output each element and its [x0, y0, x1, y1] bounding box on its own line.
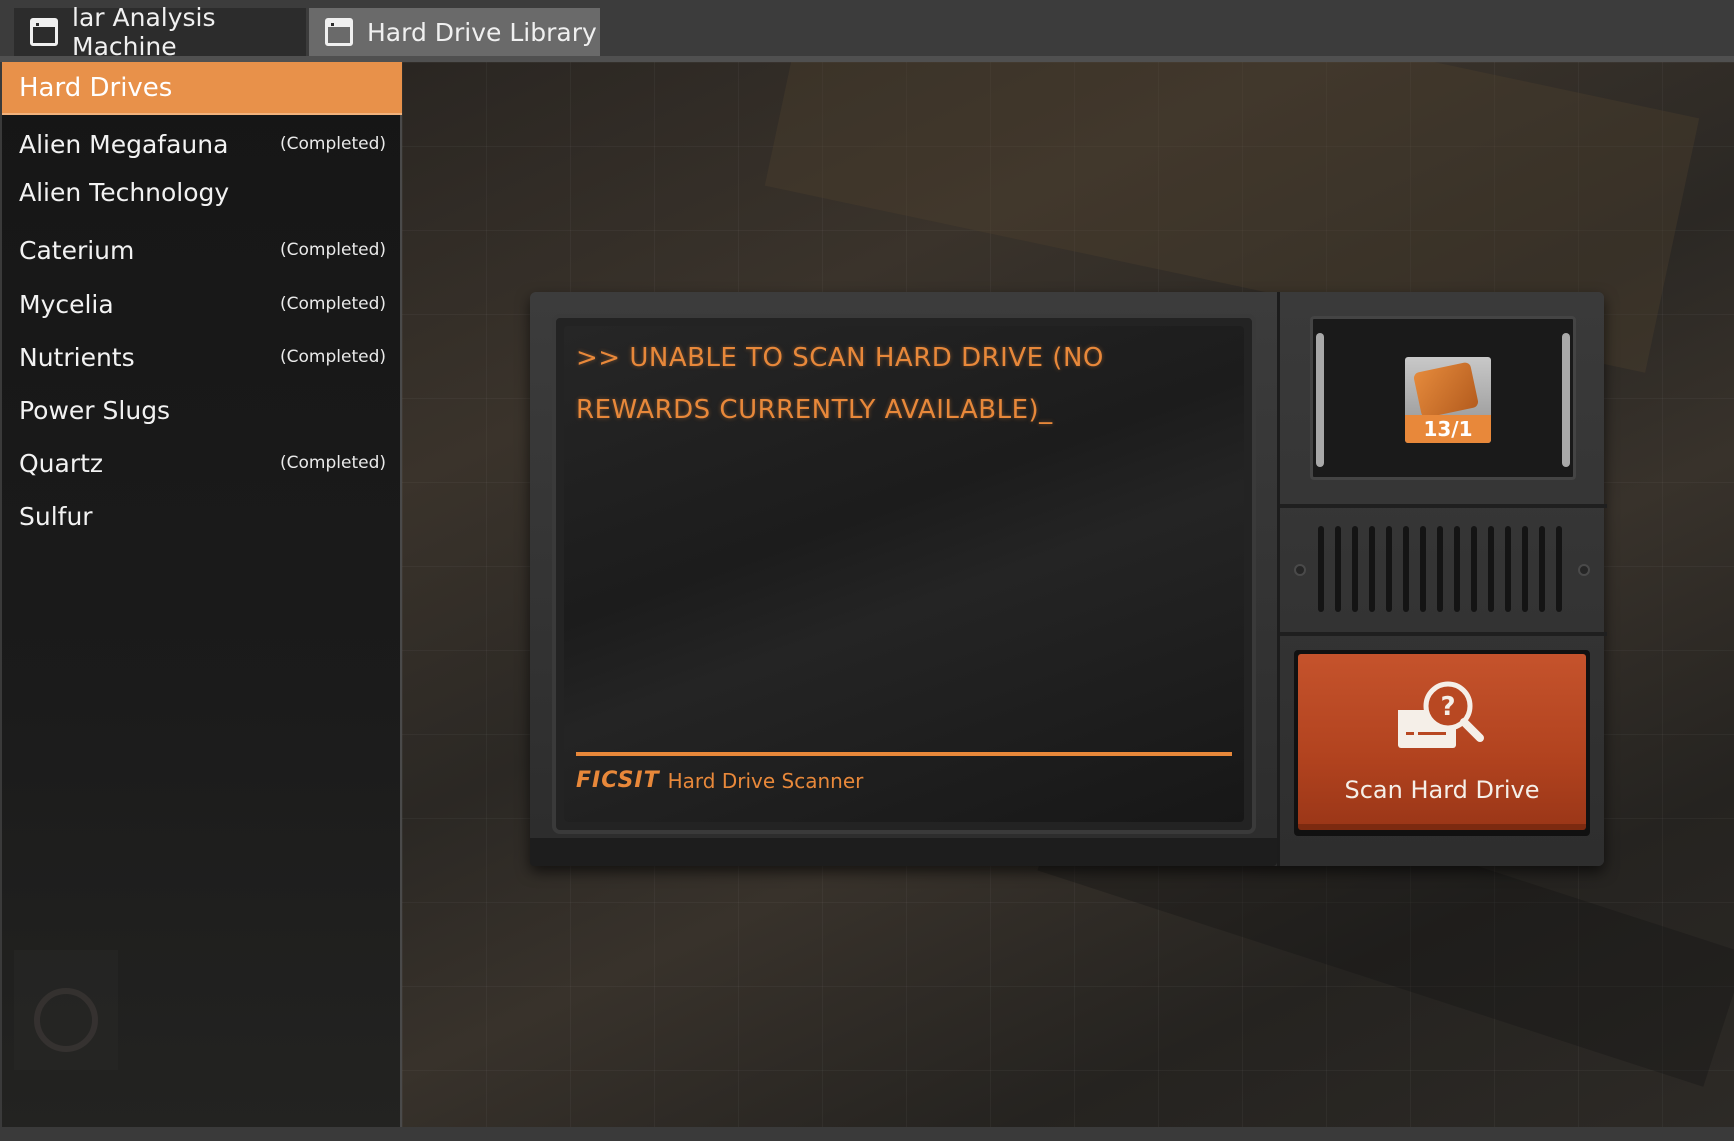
sidebar-item-label: Sulfur [19, 501, 93, 531]
slot-rail [1562, 333, 1570, 467]
completed-status: (Completed) [280, 240, 386, 260]
hard-drive-graphic [1412, 361, 1480, 419]
screen-footer: FICSIT Hard Drive Scanner [576, 768, 863, 793]
vent-slat [1488, 526, 1494, 612]
background-decoration [14, 950, 118, 1070]
sidebar-item-label: Power Slugs [19, 395, 171, 425]
sidebar-item-quartz[interactable]: Quartz (Completed) [2, 439, 402, 487]
bottom-border [0, 1127, 1734, 1141]
panel-divider [1280, 504, 1607, 508]
vent-slat [1420, 526, 1426, 612]
scan-button-label: Scan Hard Drive [1344, 776, 1540, 804]
vent-slat [1335, 526, 1341, 612]
slot-rail [1316, 333, 1324, 467]
logo-ring-icon [34, 988, 98, 1052]
vent-slat [1522, 526, 1528, 612]
hard-drive-slot[interactable]: 13/1 [1310, 316, 1576, 480]
scanner-message: >> UNABLE TO SCAN HARD DRIVE (NO REWARDS… [576, 343, 1104, 425]
sidebar-item-label: Alien Megafauna [19, 129, 229, 159]
sidebar-item-mycelia[interactable]: Mycelia (Completed) [2, 280, 402, 328]
sidebar-item-alien-technology[interactable]: Alien Technology [2, 168, 402, 216]
vent-slat [1318, 526, 1324, 612]
sidebar-header-hard-drives[interactable]: Hard Drives [2, 62, 402, 115]
hard-drive-sidebar: Hard Drives Alien Megafauna (Completed) … [0, 62, 402, 1127]
screw-icon [1294, 564, 1306, 576]
vent-slat [1403, 526, 1409, 612]
window-tab-bar: lar Analysis Machine Hard Drive Library [0, 0, 1734, 62]
item-count-badge: 13/1 [1405, 415, 1491, 443]
tab-hard-drive-library[interactable]: Hard Drive Library [309, 8, 600, 56]
tab-label: lar Analysis Machine [72, 3, 216, 61]
tab-analysis-machine[interactable]: lar Analysis Machine [14, 3, 306, 61]
ficsit-logo: FICSIT [576, 768, 660, 793]
hard-drive-scanner: >> UNABLE TO SCAN HARD DRIVE (NO REWARDS… [530, 292, 1607, 866]
sidebar-item-label: Mycelia [19, 289, 114, 319]
completed-status: (Completed) [280, 347, 386, 367]
svg-text:?: ? [1440, 692, 1455, 722]
window-icon [325, 18, 353, 46]
vent-slat [1369, 526, 1375, 612]
scanner-footer-label: Hard Drive Scanner [667, 768, 864, 793]
sidebar-item-power-slugs[interactable]: Power Slugs [2, 386, 402, 434]
tab-label: Hard Drive Library [367, 17, 597, 47]
completed-status: (Completed) [280, 294, 386, 314]
scan-button-well: ? Scan Hard Drive [1294, 650, 1590, 836]
speaker-vent [1318, 526, 1568, 612]
sidebar-item-nutrients[interactable]: Nutrients (Completed) [2, 333, 402, 381]
scanner-control-panel: 13/1 ? Scan Hard Drive [1277, 292, 1607, 866]
vent-slat [1437, 526, 1443, 612]
scanner-screen: >> UNABLE TO SCAN HARD DRIVE (NO REWARDS… [564, 326, 1244, 822]
sidebar-item-label: Quartz [19, 448, 104, 478]
sidebar-item-label: Alien Technology [19, 177, 230, 207]
vent-slat [1454, 526, 1460, 612]
sidebar-item-label: Caterium [19, 235, 135, 265]
scan-hard-drive-button[interactable]: ? Scan Hard Drive [1298, 654, 1586, 830]
sidebar-item-alien-megafauna[interactable]: Alien Megafauna (Completed) [2, 120, 402, 168]
vent-slat [1539, 526, 1545, 612]
screen-divider [576, 752, 1232, 756]
completed-status: (Completed) [280, 134, 386, 154]
completed-status: (Completed) [280, 453, 386, 473]
scan-search-icon: ? [1398, 681, 1484, 748]
sidebar-item-sulfur[interactable]: Sulfur [2, 492, 402, 540]
scanner-screen-frame: >> UNABLE TO SCAN HARD DRIVE (NO REWARDS… [552, 314, 1256, 834]
vent-slat [1556, 526, 1562, 612]
vent-slat [1471, 526, 1477, 612]
vent-slat [1505, 526, 1511, 612]
hard-drive-item-icon[interactable]: 13/1 [1405, 357, 1491, 443]
window-icon [30, 18, 58, 46]
sidebar-item-label: Nutrients [19, 342, 135, 372]
panel-divider [1280, 632, 1607, 636]
scanner-base [530, 838, 1277, 866]
sidebar-item-caterium[interactable]: Caterium (Completed) [2, 226, 402, 274]
screw-icon [1578, 564, 1590, 576]
vent-slat [1352, 526, 1358, 612]
vent-slat [1386, 526, 1392, 612]
